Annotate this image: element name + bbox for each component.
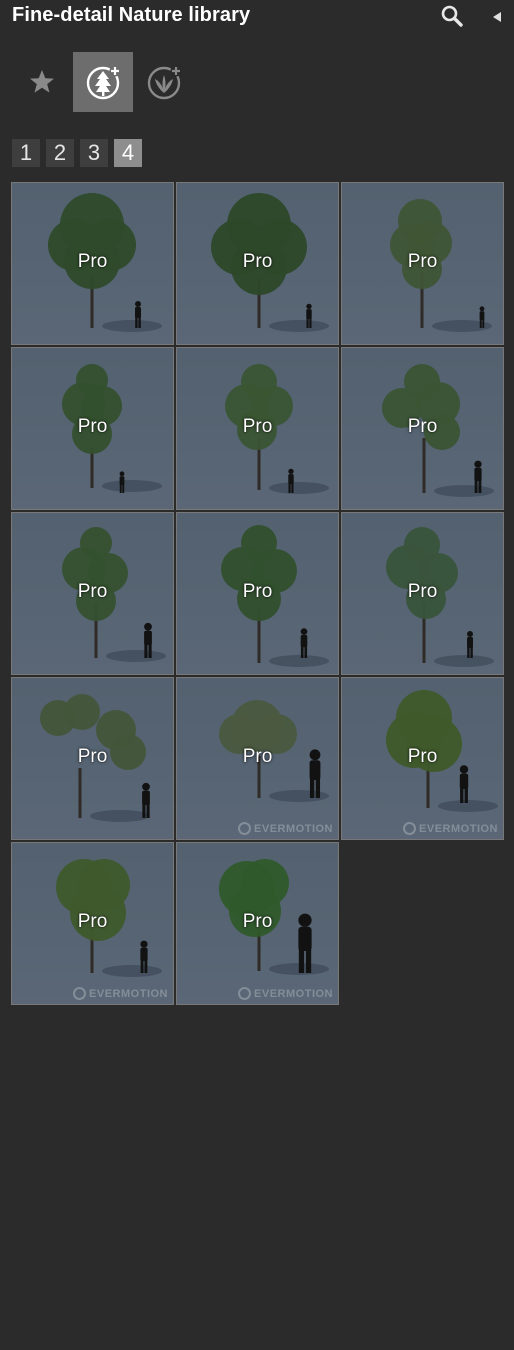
asset-tile[interactable]: Pro <box>176 347 339 510</box>
watermark-text: EVERMOTION <box>254 987 333 1000</box>
category-bar <box>0 52 514 114</box>
asset-tile[interactable]: Pro <box>176 512 339 675</box>
asset-tile[interactable]: Pro EVERMOTION <box>341 677 504 840</box>
page-button-3[interactable]: 3 <box>80 139 108 167</box>
evermotion-logo-icon <box>403 822 417 835</box>
category-trees[interactable] <box>73 52 133 112</box>
search-icon[interactable] <box>440 4 464 28</box>
watermark: EVERMOTION <box>238 822 333 835</box>
pro-badge: Pro <box>242 251 273 272</box>
asset-tile[interactable]: Pro EVERMOTION <box>11 842 174 1005</box>
evermotion-logo-icon <box>238 987 252 1000</box>
pro-badge: Pro <box>77 581 108 602</box>
watermark: EVERMOTION <box>73 987 168 1000</box>
asset-tile[interactable]: Pro <box>11 677 174 840</box>
evermotion-logo-icon <box>238 822 252 835</box>
pro-badge: Pro <box>407 251 438 272</box>
star-icon <box>28 68 56 96</box>
page-button-4[interactable]: 4 <box>114 139 142 167</box>
page-button-1[interactable]: 1 <box>12 139 40 167</box>
asset-tile[interactable]: Pro <box>11 512 174 675</box>
evermotion-logo-icon <box>73 987 87 1000</box>
asset-tile[interactable]: Pro <box>11 182 174 345</box>
collapse-arrow-icon[interactable] <box>490 10 504 24</box>
pro-badge: Pro <box>242 416 273 437</box>
tree-add-icon <box>83 62 123 102</box>
page-button-2[interactable]: 2 <box>46 139 74 167</box>
pro-badge: Pro <box>242 746 273 767</box>
panel-header: Fine-detail Nature library <box>0 0 514 34</box>
watermark: EVERMOTION <box>403 822 498 835</box>
asset-tile[interactable]: Pro EVERMOTION <box>176 842 339 1005</box>
asset-tile[interactable]: Pro <box>341 512 504 675</box>
pro-badge: Pro <box>242 911 273 932</box>
category-favorites[interactable] <box>12 52 72 112</box>
pro-badge: Pro <box>242 581 273 602</box>
category-plants[interactable] <box>134 52 194 112</box>
watermark-text: EVERMOTION <box>419 822 498 835</box>
watermark-text: EVERMOTION <box>89 987 168 1000</box>
watermark: EVERMOTION <box>238 987 333 1000</box>
pro-badge: Pro <box>407 746 438 767</box>
asset-tile[interactable]: Pro <box>341 347 504 510</box>
plant-add-icon <box>144 62 184 102</box>
pro-badge: Pro <box>407 416 438 437</box>
pro-badge: Pro <box>77 746 108 767</box>
pro-badge: Pro <box>77 911 108 932</box>
panel-title: Fine-detail Nature library <box>12 4 251 26</box>
watermark-text: EVERMOTION <box>254 822 333 835</box>
asset-tile[interactable]: Pro <box>11 347 174 510</box>
asset-tile[interactable]: Pro <box>341 182 504 345</box>
asset-tile[interactable]: Pro <box>176 182 339 345</box>
asset-tile[interactable]: Pro EVERMOTION <box>176 677 339 840</box>
pro-badge: Pro <box>77 416 108 437</box>
pro-badge: Pro <box>77 251 108 272</box>
pro-badge: Pro <box>407 581 438 602</box>
